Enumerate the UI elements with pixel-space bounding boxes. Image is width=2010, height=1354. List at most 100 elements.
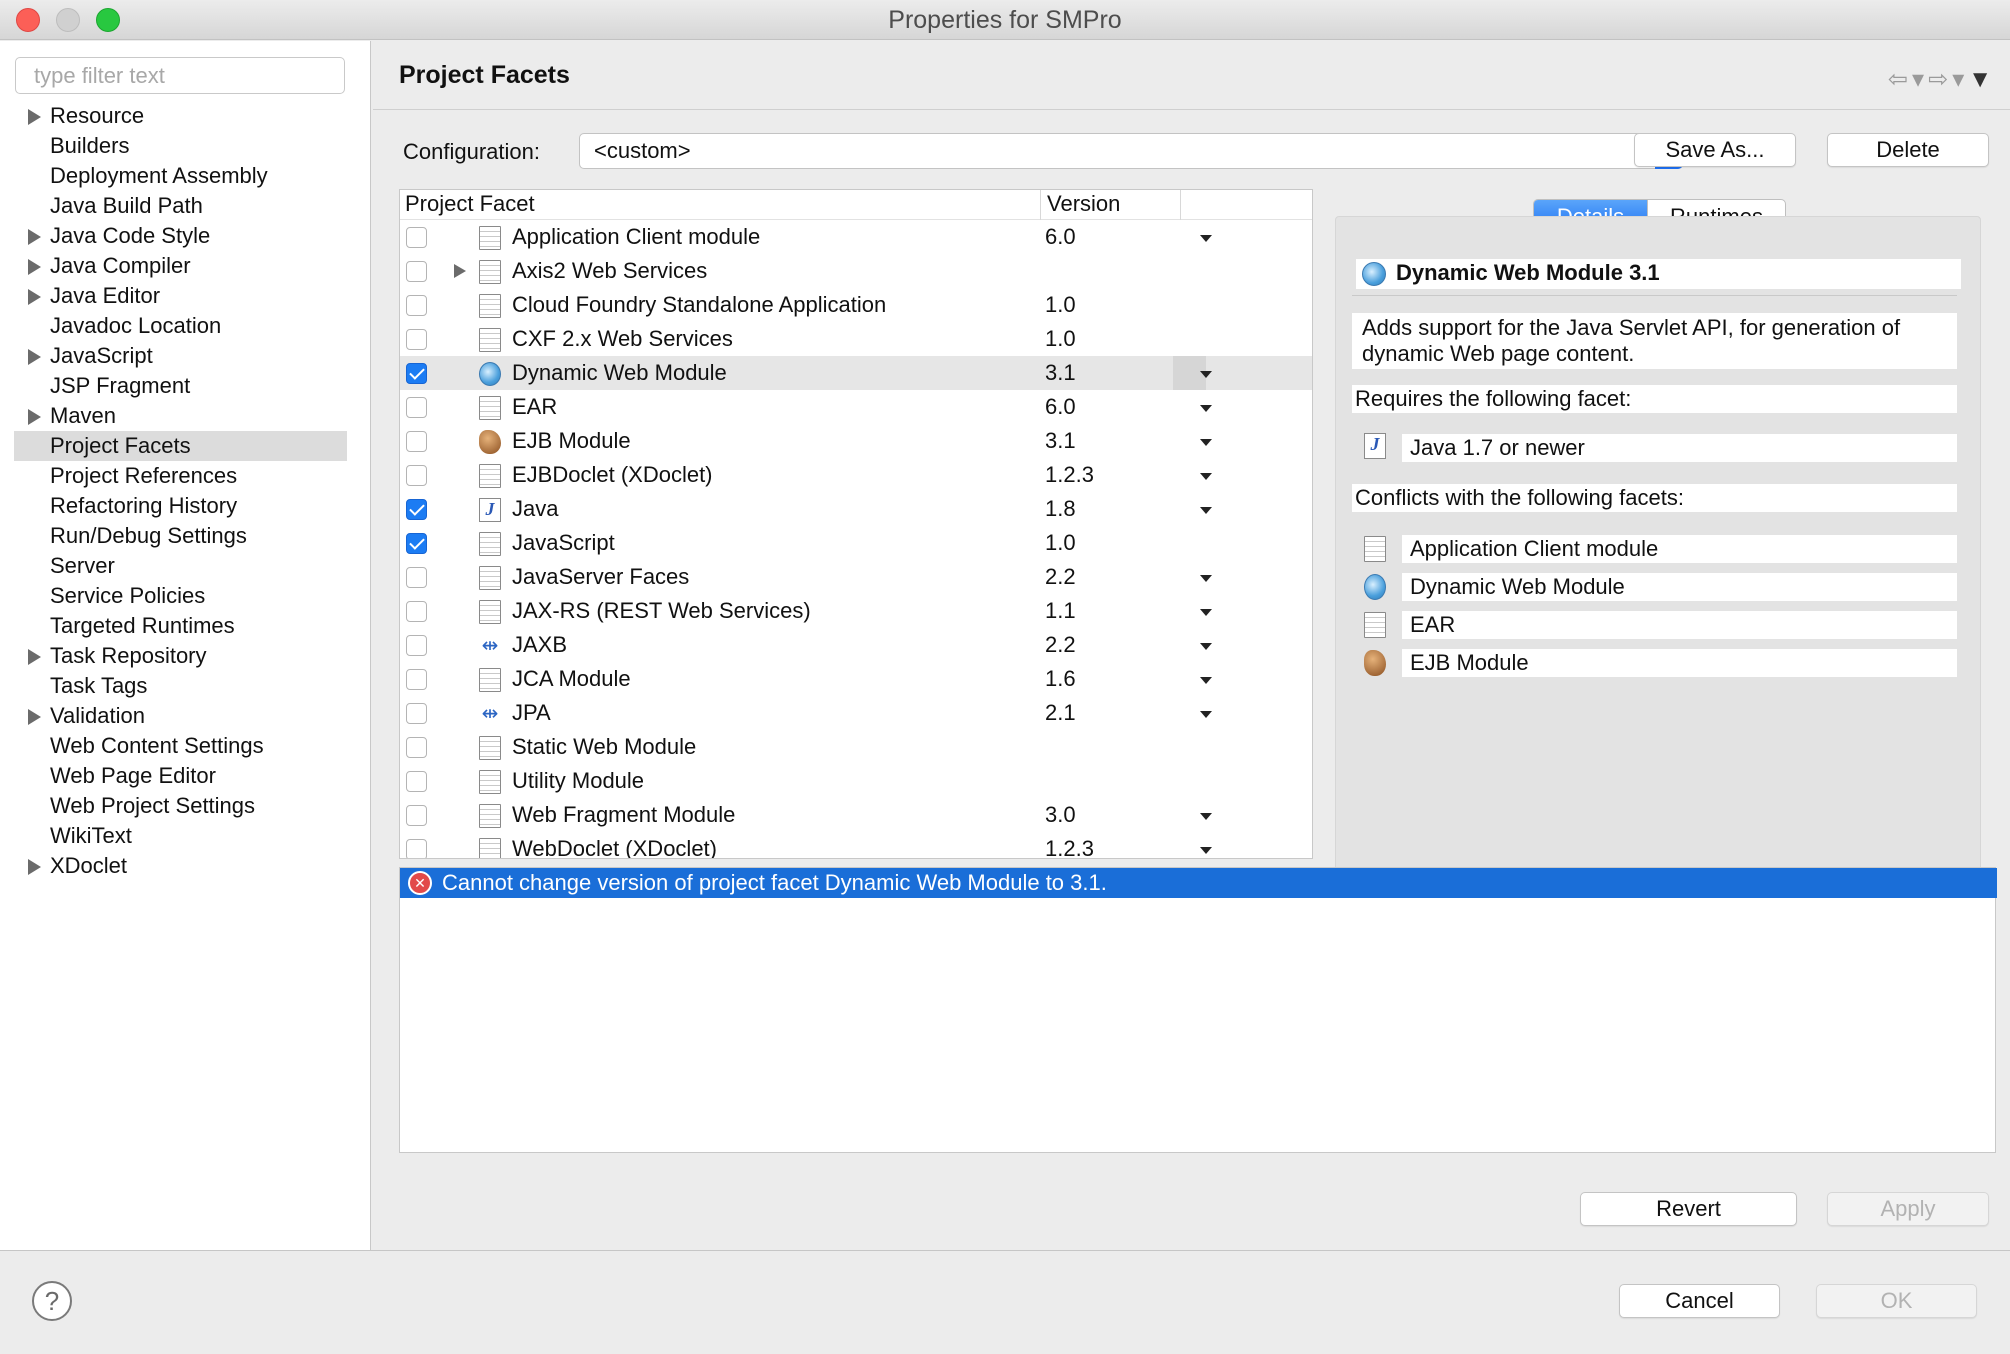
sidebar-item[interactable]: Project References [14,461,347,491]
table-row[interactable]: EJB Module 3.1 [400,424,1312,458]
facet-checkbox[interactable] [406,227,427,248]
view-menu-icon[interactable]: ▼ [1968,66,1996,93]
facet-checkbox[interactable] [406,669,427,690]
expand-arrow-icon[interactable] [28,289,41,305]
sidebar-item[interactable]: Java Build Path [14,191,347,221]
sidebar-item[interactable]: Builders [14,131,347,161]
facet-version[interactable]: 1.2.3 [1045,458,1094,492]
table-row[interactable]: J Java 1.8 [400,492,1312,526]
expand-arrow-icon[interactable] [28,259,41,275]
sidebar-item[interactable]: Task Tags [14,671,347,701]
sidebar-item[interactable]: Javadoc Location [14,311,347,341]
facet-version[interactable]: 2.2 [1045,628,1076,662]
facet-version[interactable]: 2.2 [1045,560,1076,594]
sidebar-item[interactable]: Project Facets [14,431,347,461]
facet-version[interactable]: 1.1 [1045,594,1076,628]
sidebar-item[interactable]: Java Compiler [14,251,347,281]
facet-version[interactable]: 1.0 [1045,322,1076,356]
back-arrow-icon[interactable]: ⇦▾ [1888,66,1928,93]
expand-arrow-icon[interactable] [28,109,41,125]
sidebar-item[interactable]: Deployment Assembly [14,161,347,191]
facet-checkbox[interactable] [406,397,427,418]
facet-version[interactable]: 3.1 [1045,424,1076,458]
sidebar-item[interactable]: Run/Debug Settings [14,521,347,551]
facet-checkbox[interactable] [406,635,427,656]
table-row[interactable]: EAR 6.0 [400,390,1312,424]
table-row[interactable]: JAX-RS (REST Web Services) 1.1 [400,594,1312,628]
expand-arrow-icon[interactable] [28,349,41,365]
sidebar-item[interactable]: Resource [14,101,347,131]
facet-version[interactable]: 1.6 [1045,662,1076,696]
facet-version[interactable]: 1.0 [1045,288,1076,322]
facet-version[interactable]: 1.0 [1045,526,1076,560]
delete-button[interactable]: Delete [1827,133,1989,167]
facet-checkbox[interactable] [406,601,427,622]
table-row[interactable]: Cloud Foundry Standalone Application 1.0 [400,288,1312,322]
table-row[interactable]: Web Fragment Module 3.0 [400,798,1312,832]
facet-checkbox[interactable] [406,567,427,588]
expand-arrow-icon[interactable] [28,409,41,425]
sidebar-item[interactable]: Web Content Settings [14,731,347,761]
version-dropdown-icon[interactable] [1200,643,1212,650]
facet-checkbox[interactable] [406,805,427,826]
version-dropdown-icon[interactable] [1200,813,1212,820]
facet-checkbox[interactable] [406,329,427,350]
cancel-button[interactable]: Cancel [1619,1284,1780,1318]
facet-checkbox[interactable] [406,499,427,520]
version-dropdown-icon[interactable] [1200,677,1212,684]
filter-input[interactable] [15,57,345,94]
table-row[interactable]: Application Client module 6.0 [400,220,1312,254]
apply-button[interactable]: Apply [1827,1192,1989,1226]
facet-checkbox[interactable] [406,737,427,758]
facet-checkbox[interactable] [406,465,427,486]
facet-checkbox[interactable] [406,261,427,282]
version-dropdown-icon[interactable] [1200,473,1212,480]
version-dropdown-icon[interactable] [1200,507,1212,514]
table-row[interactable]: CXF 2.x Web Services 1.0 [400,322,1312,356]
sidebar-item[interactable]: JavaScript [14,341,347,371]
expand-arrow-icon[interactable] [454,264,466,278]
sidebar-item[interactable]: XDoclet [14,851,347,881]
sidebar-item[interactable]: Service Policies [14,581,347,611]
facet-checkbox[interactable] [406,771,427,792]
facet-checkbox[interactable] [406,533,427,554]
sidebar-item[interactable]: Validation [14,701,347,731]
version-dropdown-icon[interactable] [1200,847,1212,854]
facet-version[interactable]: 1.8 [1045,492,1076,526]
sidebar-item[interactable]: Java Editor [14,281,347,311]
sidebar-item[interactable]: Maven [14,401,347,431]
facet-version[interactable]: 2.1 [1045,696,1076,730]
table-row[interactable]: Static Web Module [400,730,1312,764]
table-row[interactable]: JavaScript 1.0 [400,526,1312,560]
table-row[interactable]: ⇹ JAXB 2.2 [400,628,1312,662]
expand-arrow-icon[interactable] [28,859,41,875]
table-row[interactable]: Dynamic Web Module 3.1 [400,356,1312,390]
table-row[interactable]: ⇹ JPA 2.1 [400,696,1312,730]
sidebar-item[interactable]: JSP Fragment [14,371,347,401]
facet-version[interactable]: 6.0 [1045,390,1076,424]
facet-version[interactable]: 3.1 [1045,356,1076,390]
navigation-arrows[interactable]: ⇦▾⇨▾▼ [1888,65,1996,94]
error-message-row[interactable]: ✕ Cannot change version of project facet… [400,868,1997,898]
table-row[interactable]: Axis2 Web Services [400,254,1312,288]
facet-checkbox[interactable] [406,839,427,858]
table-row[interactable]: JCA Module 1.6 [400,662,1312,696]
version-dropdown-icon[interactable] [1200,405,1212,412]
column-header-facet[interactable]: Project Facet [405,190,535,218]
forward-arrow-icon[interactable]: ⇨▾ [1928,66,1968,93]
sidebar-item[interactable]: WikiText [14,821,347,851]
sidebar-item[interactable]: Server [14,551,347,581]
facet-version[interactable]: 3.0 [1045,798,1076,832]
version-dropdown-icon[interactable] [1200,609,1212,616]
facet-version[interactable]: 1.2.3 [1045,832,1094,858]
version-dropdown-icon[interactable] [1200,235,1212,242]
version-dropdown-icon[interactable] [1200,439,1212,446]
sidebar-item[interactable]: Web Page Editor [14,761,347,791]
sidebar-item[interactable]: Targeted Runtimes [14,611,347,641]
expand-arrow-icon[interactable] [28,229,41,245]
sidebar-item[interactable]: Task Repository [14,641,347,671]
table-row[interactable]: JavaServer Faces 2.2 [400,560,1312,594]
revert-button[interactable]: Revert [1580,1192,1797,1226]
ok-button[interactable]: OK [1816,1284,1977,1318]
sidebar-item[interactable]: Java Code Style [14,221,347,251]
